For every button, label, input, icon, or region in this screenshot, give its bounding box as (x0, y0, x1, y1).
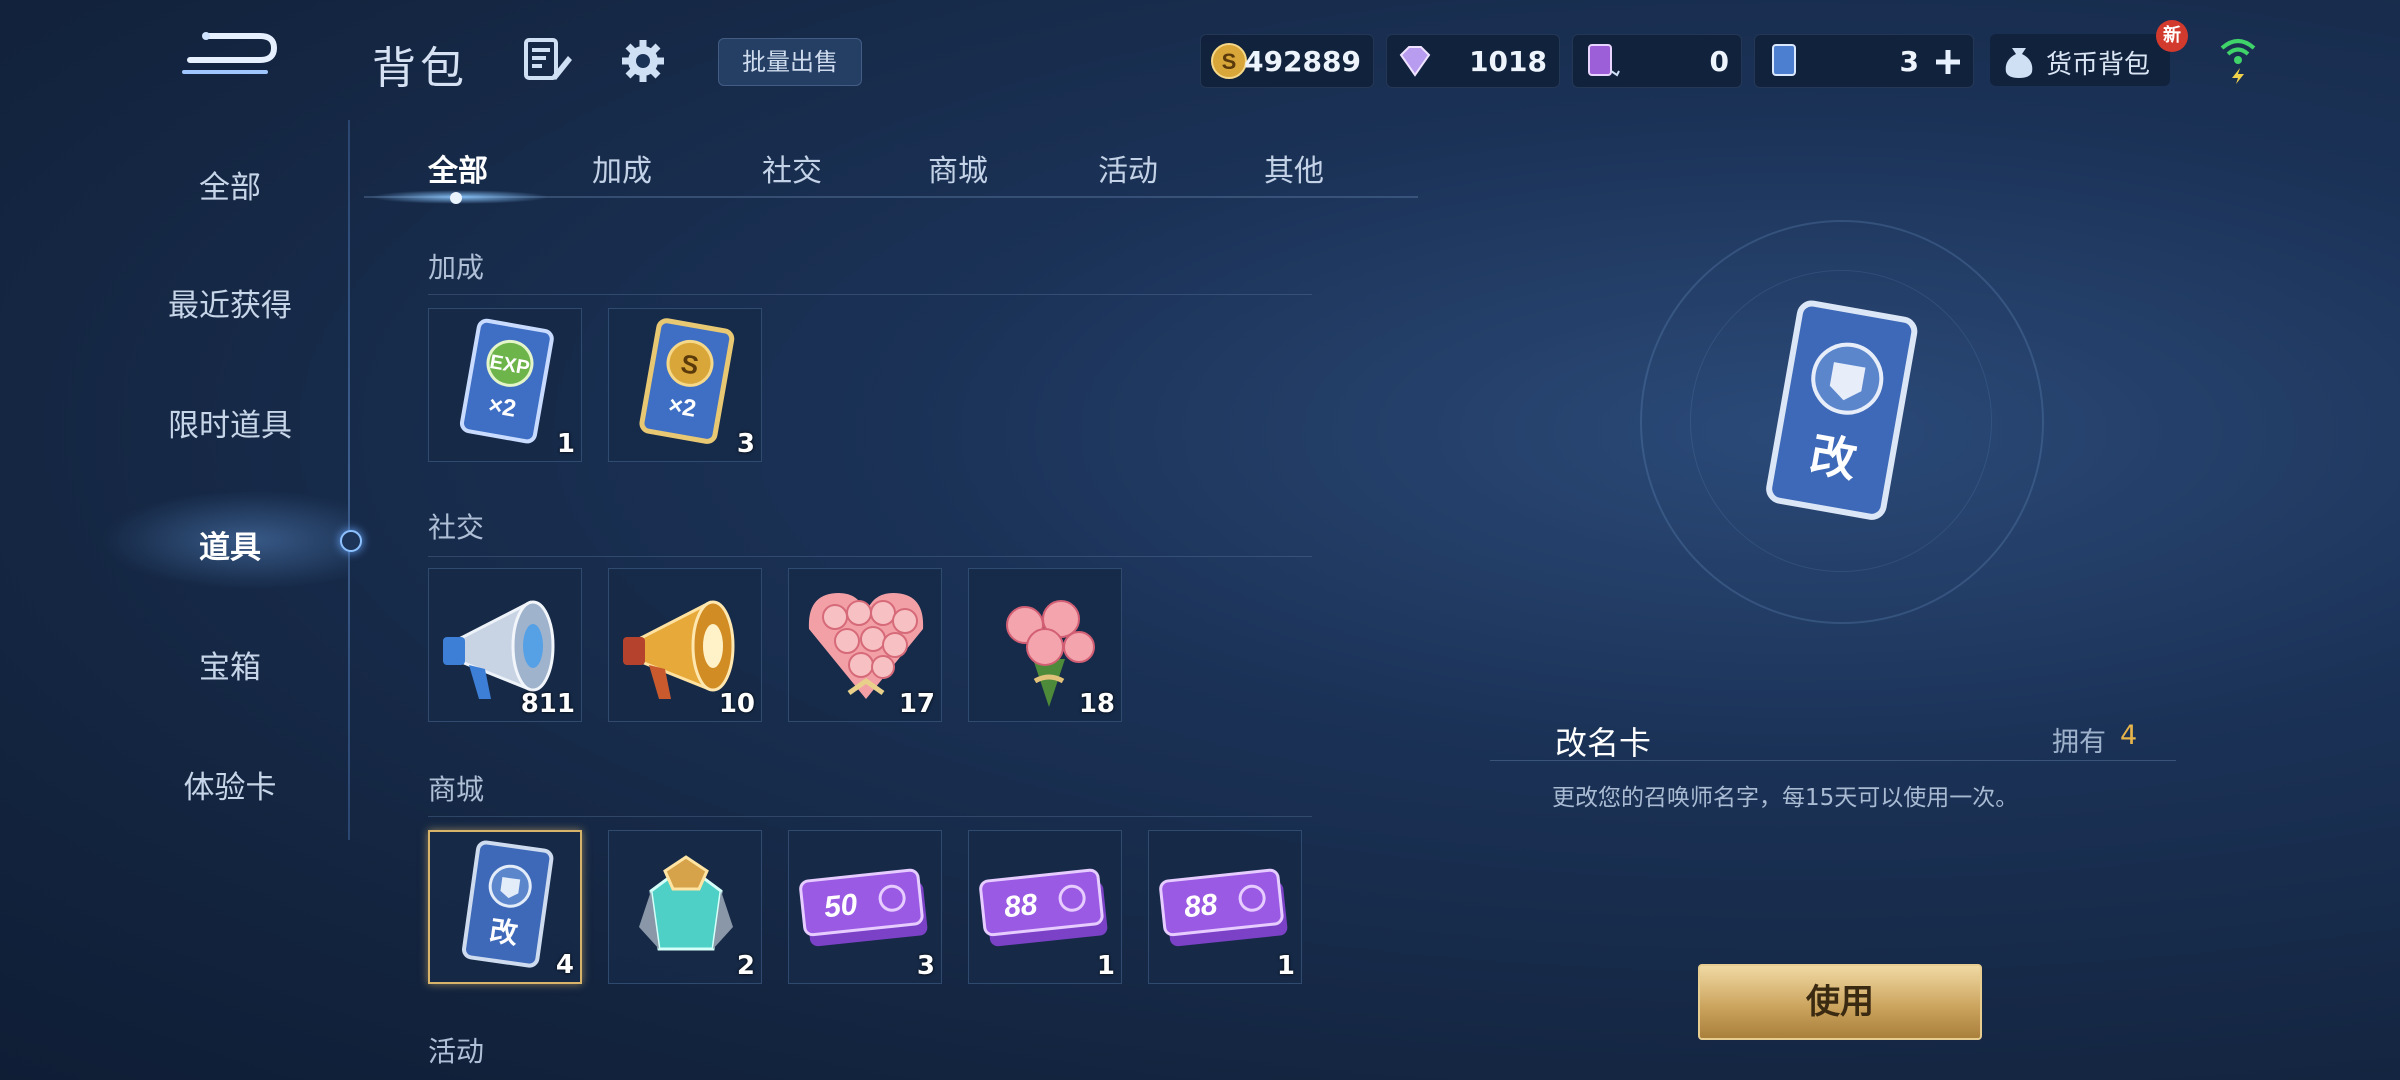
back-arrow-icon (182, 32, 278, 74)
tab-shop[interactable]: 商城 (928, 146, 988, 190)
tab-social[interactable]: 社交 (762, 146, 822, 190)
sidebar-active-indicator (340, 530, 362, 552)
sidebar-divider (348, 120, 350, 840)
svg-text:×2: ×2 (666, 392, 698, 423)
item-rose-heart[interactable]: 17 (788, 568, 942, 722)
back-button[interactable] (170, 22, 290, 92)
sidebar-item-props[interactable]: 道具 (120, 522, 340, 567)
section-divider (428, 556, 1312, 557)
gold-coin-icon: S (1211, 43, 1247, 79)
wifi-battery-icon (2218, 34, 2258, 84)
bulk-sell-button[interactable]: 批量出售 (718, 38, 862, 86)
item-count: 3 (736, 429, 755, 459)
purple-card-icon (1588, 44, 1620, 77)
tab-event[interactable]: 活动 (1098, 146, 1158, 190)
item-blue-megaphone[interactable]: 811 (428, 568, 582, 722)
svg-text:S: S (1222, 49, 1237, 74)
item-rename-card[interactable]: 改 4 (428, 830, 582, 984)
item-gold-megaphone[interactable]: 10 (608, 568, 762, 722)
rename-card-icon: 改 (1766, 300, 1918, 520)
detail-item-name: 改名卡 (1555, 724, 1652, 762)
detail-own-count: 4 (2120, 720, 2138, 751)
gold-value: 492889 (1244, 45, 1361, 78)
item-count: 17 (898, 689, 935, 719)
detail-divider (1490, 760, 2176, 761)
section-title-shop: 商城 (428, 773, 485, 806)
ticket-value: 50 (822, 888, 859, 924)
edit-icon[interactable] (522, 36, 574, 84)
diamond-currency: 1018 (1386, 34, 1560, 88)
item-exp-card[interactable]: EXP ×2 1 (428, 308, 582, 462)
section-title-event: 活动 (428, 1035, 485, 1068)
detail-own-label: 拥有 (2052, 727, 2106, 758)
item-ticket-50[interactable]: 50 3 (788, 830, 942, 984)
item-rose-bouquet[interactable]: 18 (968, 568, 1122, 722)
item-count: 1 (556, 429, 575, 459)
item-crystal-crown[interactable]: 2 (608, 830, 762, 984)
sidebar-item-all[interactable]: 全部 (120, 162, 340, 207)
section-title-bonus: 加成 (428, 251, 485, 284)
use-button[interactable]: 使用 (1698, 964, 1982, 1040)
tab-active-dot (450, 192, 462, 204)
item-count: 1 (1096, 951, 1115, 981)
money-bag-icon (2005, 48, 2033, 78)
item-count: 1 (1276, 951, 1295, 981)
item-count: 2 (736, 951, 755, 981)
tab-other[interactable]: 其他 (1264, 146, 1324, 190)
sidebar-item-recent[interactable]: 最近获得 (120, 280, 340, 325)
detail-card-image: 改 (1740, 300, 1940, 540)
sidebar-item-trial-card[interactable]: 体验卡 (120, 762, 340, 807)
section-divider (428, 816, 1312, 817)
item-ticket-88[interactable]: 88 1 (1148, 830, 1302, 984)
section-divider (428, 294, 1312, 295)
detail-card-char: 改 (1806, 427, 1861, 488)
item-gold-card[interactable]: S ×2 3 (608, 308, 762, 462)
purple-card-value: 0 (1709, 45, 1729, 78)
svg-text:×2: ×2 (486, 392, 518, 423)
item-count: 18 (1078, 689, 1115, 719)
currency-bag-button[interactable]: 货币背包 (1990, 34, 2170, 86)
card-char: 改 (488, 914, 520, 951)
item-count: 3 (916, 951, 935, 981)
sidebar-item-chest[interactable]: 宝箱 (120, 642, 340, 687)
currency-bag-label: 货币背包 (2046, 50, 2151, 80)
page-title: 背包 (372, 43, 468, 94)
sidebar-item-limited[interactable]: 限时道具 (120, 400, 340, 445)
gear-icon[interactable] (618, 36, 668, 86)
item-count: 4 (555, 950, 574, 980)
gold-currency: S 492889 (1200, 34, 1374, 88)
blue-card-currency[interactable]: 3 (1754, 34, 1974, 88)
section-title-social: 社交 (428, 511, 485, 544)
item-count: 811 (520, 689, 575, 719)
diamond-value: 1018 (1469, 45, 1547, 78)
item-count: 10 (718, 689, 755, 719)
blue-card-icon (1772, 44, 1796, 76)
plus-icon[interactable] (1933, 47, 1963, 77)
blue-card-value: 3 (1899, 45, 1919, 78)
item-ticket-88[interactable]: 88 1 (968, 830, 1122, 984)
diamond-icon (1399, 46, 1431, 77)
new-badge: 新 (2156, 20, 2188, 52)
ticket-value: 88 (1182, 888, 1219, 924)
purple-card-currency[interactable]: 0 (1572, 34, 1742, 88)
ticket-value: 88 (1002, 888, 1039, 924)
tab-bonus[interactable]: 加成 (592, 146, 652, 190)
tab-all[interactable]: 全部 (428, 146, 488, 190)
detail-description: 更改您的召唤师名字，每15天可以使用一次。 (1552, 785, 2019, 811)
